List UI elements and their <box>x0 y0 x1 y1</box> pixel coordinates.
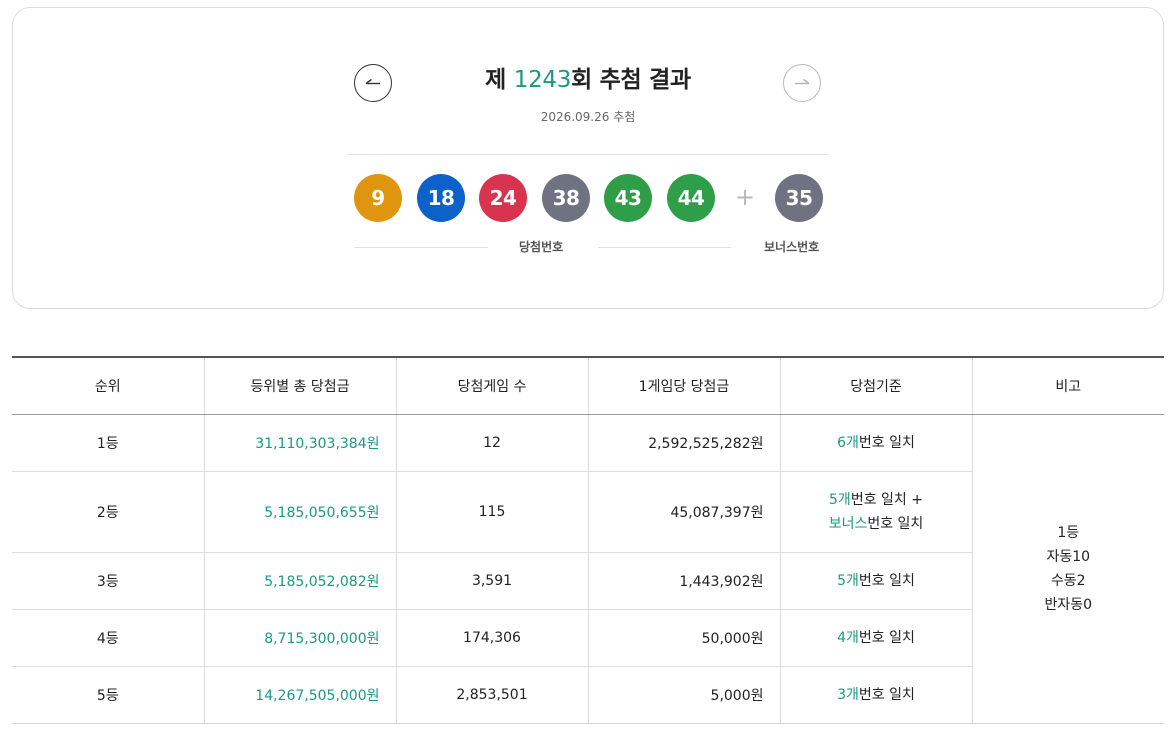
criteria-text: 번호 일치 + <box>850 491 923 508</box>
note-line-manual: 수동2 <box>1050 572 1086 589</box>
winning-ball-6: 44 <box>667 174 715 222</box>
criteria-cell: 4개번호 일치 <box>779 608 972 666</box>
prize-per-game-cell: 50,000원 <box>587 608 780 666</box>
criteria-match-count: 6개 <box>837 434 859 451</box>
total-prize-cell: 5,185,050,655원 <box>203 470 396 552</box>
round-title: 제 1243회 추첨 결과 <box>13 60 1163 94</box>
winner-count-cell: 2,853,501 <box>395 665 588 723</box>
criteria-cell: 6개번호 일치 <box>779 413 972 471</box>
table-header-row: 순위 등위별 총 당첨금 당첨게임 수 1게임당 당첨금 당첨기준 비고 <box>12 357 1164 415</box>
winning-legend-line-left <box>354 247 488 248</box>
header-winner-count: 당첨게임 수 <box>395 357 588 415</box>
header-note: 비고 <box>971 357 1164 415</box>
round-number: 1243 <box>513 67 572 93</box>
winning-ball-5: 43 <box>604 174 652 222</box>
note-line-auto: 자동10 <box>1046 548 1091 565</box>
rank-cell: 5등 <box>12 665 204 723</box>
rank-cell: 1등 <box>12 413 204 471</box>
rank-cell: 3등 <box>12 551 204 609</box>
criteria-match-count: 5개 <box>829 491 851 508</box>
criteria-match-count: 5개 <box>837 572 859 589</box>
round-title-suffix: 회 추첨 결과 <box>571 67 691 93</box>
header-rank: 순위 <box>12 357 204 415</box>
prize-table: 순위 등위별 총 당첨금 당첨게임 수 1게임당 당첨금 당첨기준 비고 1등 … <box>12 356 1164 724</box>
prize-per-game-cell: 2,592,525,282원 <box>587 413 780 471</box>
note-line-rank: 1등 <box>1057 524 1080 541</box>
prize-per-game-cell: 45,087,397원 <box>587 470 780 552</box>
rank-cell: 4등 <box>12 608 204 666</box>
rank-cell: 2등 <box>12 470 204 552</box>
header-prize-per-game: 1게임당 당첨금 <box>587 357 780 415</box>
criteria-cell: 3개번호 일치 <box>779 665 972 723</box>
winning-ball-1: 9 <box>354 174 402 222</box>
total-prize-cell: 31,110,303,384원 <box>203 413 396 471</box>
draw-date: 2026.09.26 추첨 <box>540 110 636 124</box>
winning-ball-3: 24 <box>479 174 527 222</box>
header-criteria: 당첨기준 <box>779 357 972 415</box>
header-total-prize: 등위별 총 당첨금 <box>203 357 396 415</box>
prize-per-game-cell: 1,443,902원 <box>587 551 780 609</box>
criteria-bonus-text: 번호 일치 <box>867 515 924 532</box>
criteria-text: 번호 일치 <box>858 686 915 703</box>
winner-count-cell: 12 <box>395 413 588 471</box>
plus-sign: + <box>734 183 756 211</box>
criteria-text: 번호 일치 <box>858 572 915 589</box>
winner-count-cell: 3,591 <box>395 551 588 609</box>
round-title-prefix: 제 <box>485 67 514 93</box>
criteria-bonus-highlight: 보너스 <box>828 515 868 532</box>
arrow-right-icon <box>795 78 810 85</box>
total-prize-cell: 14,267,505,000원 <box>203 665 396 723</box>
note-line-semi-auto: 반자동0 <box>1044 596 1093 613</box>
prize-per-game-cell: 5,000원 <box>587 665 780 723</box>
criteria-cell: 5개번호 일치 <box>779 551 972 609</box>
criteria-match-count: 4개 <box>837 629 859 646</box>
criteria-match-count: 3개 <box>837 686 859 703</box>
card-divider <box>347 154 829 155</box>
total-prize-cell: 8,715,300,000원 <box>203 608 396 666</box>
bonus-number-label: 보너스번호 <box>764 240 820 254</box>
bonus-ball: 35 <box>775 174 823 222</box>
winning-ball-4: 38 <box>542 174 590 222</box>
table-row: 1등 31,110,303,384원 12 2,592,525,282원 6개번… <box>12 413 1164 723</box>
winner-count-cell: 174,306 <box>395 608 588 666</box>
next-round-button[interactable] <box>783 64 821 102</box>
winning-numbers-label: 당첨번호 <box>519 240 564 254</box>
draw-result-card: 제 1243회 추첨 결과 2026.09.26 추첨 9 18 24 38 4… <box>12 7 1164 309</box>
criteria-text: 번호 일치 <box>858 434 915 451</box>
note-cell: 1등 자동10 수동2 반자동0 <box>971 413 1164 723</box>
winning-legend-line-right <box>598 247 731 248</box>
winning-ball-2: 18 <box>417 174 465 222</box>
winner-count-cell: 115 <box>395 470 588 552</box>
total-prize-cell: 5,185,052,082원 <box>203 551 396 609</box>
criteria-text: 번호 일치 <box>858 629 915 646</box>
criteria-cell: 5개번호 일치 + 보너스번호 일치 <box>779 470 972 552</box>
